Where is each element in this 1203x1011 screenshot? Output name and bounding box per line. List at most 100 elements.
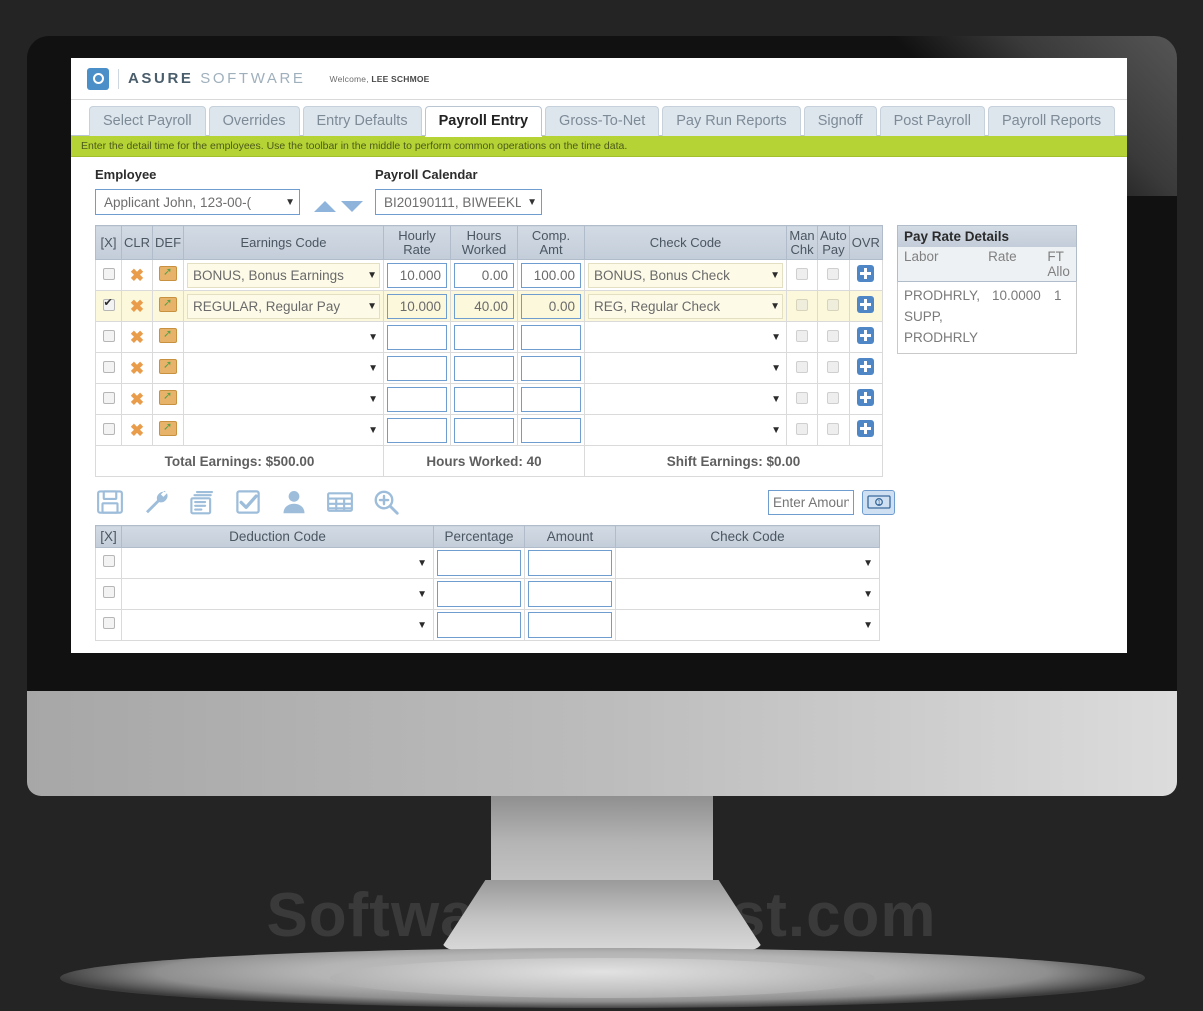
- deduction-check-code-cell[interactable]: ▼: [615, 609, 880, 642]
- earnings-code-select[interactable]: ▼: [187, 325, 380, 350]
- tab-overrides[interactable]: Overrides: [208, 106, 300, 136]
- row-select-cell[interactable]: [95, 290, 122, 323]
- clear-row-icon[interactable]: ✖: [130, 297, 144, 316]
- auto-pay-cell[interactable]: [817, 259, 850, 292]
- hourly-rate-cell[interactable]: [383, 290, 452, 323]
- check-code-select[interactable]: ▼: [588, 418, 783, 443]
- apply-default-icon[interactable]: [159, 265, 178, 282]
- row-default-cell[interactable]: [152, 352, 185, 385]
- hours-worked-input[interactable]: [454, 293, 515, 319]
- man-chk-cell[interactable]: [786, 383, 819, 416]
- ovr-cell[interactable]: [848, 321, 883, 354]
- row-checkbox[interactable]: [102, 296, 115, 311]
- hourly-rate-input[interactable]: [387, 262, 448, 288]
- comp-amt-cell[interactable]: [517, 383, 586, 416]
- man-chk-cell[interactable]: [786, 259, 819, 292]
- comp-amt-input[interactable]: [521, 386, 582, 412]
- hourly-rate-cell[interactable]: [383, 259, 452, 292]
- hours-worked-cell[interactable]: [450, 290, 519, 323]
- table-grid-icon[interactable]: [325, 487, 359, 517]
- hourly-rate-input[interactable]: [387, 386, 448, 412]
- percentage-cell[interactable]: [433, 609, 525, 642]
- earnings-code-cell[interactable]: ▼: [183, 414, 385, 447]
- employee-select[interactable]: Applicant John, 123-00-( ▼: [95, 189, 300, 215]
- person-icon[interactable]: [279, 487, 313, 517]
- auto-pay-cell[interactable]: [817, 383, 850, 416]
- deduction-amount-input[interactable]: [528, 612, 612, 639]
- man-chk-cell[interactable]: [786, 414, 819, 447]
- row-default-cell[interactable]: [152, 290, 185, 323]
- hours-worked-cell[interactable]: [450, 383, 519, 416]
- row-default-cell[interactable]: [152, 383, 185, 416]
- checkbox-icon[interactable]: [233, 487, 267, 517]
- man-chk-checkbox[interactable]: [796, 360, 809, 373]
- earnings-code-select[interactable]: BONUS, Bonus Earnings ▼: [187, 262, 381, 288]
- check-code-cell[interactable]: ▼: [584, 321, 788, 354]
- row-select-cell[interactable]: [95, 259, 122, 292]
- amount-input[interactable]: [768, 489, 854, 515]
- percentage-cell[interactable]: [433, 547, 525, 580]
- hourly-rate-cell[interactable]: [383, 321, 452, 354]
- hourly-rate-cell[interactable]: [383, 414, 452, 447]
- tab-gross-to-net[interactable]: Gross-To-Net: [545, 106, 660, 136]
- override-add-icon[interactable]: [857, 296, 875, 314]
- comp-amt-input[interactable]: [521, 293, 582, 319]
- deduction-amount-input[interactable]: [528, 550, 612, 577]
- deduction-check-code-cell[interactable]: ▼: [615, 578, 880, 611]
- check-code-select[interactable]: BONUS, Bonus Check ▼: [588, 262, 784, 288]
- row-checkbox[interactable]: [102, 267, 115, 280]
- magnify-plus-icon[interactable]: [371, 487, 405, 517]
- check-code-cell[interactable]: ▼: [584, 383, 788, 416]
- tab-pay-run-reports[interactable]: Pay Run Reports: [662, 106, 801, 136]
- earnings-code-cell[interactable]: ▼: [183, 383, 385, 416]
- row-checkbox[interactable]: [102, 422, 115, 435]
- clear-row-icon[interactable]: ✖: [130, 328, 144, 347]
- comp-amt-cell[interactable]: [517, 290, 586, 323]
- deduction-code-cell[interactable]: ▼: [121, 547, 434, 580]
- clear-row-icon[interactable]: ✖: [130, 266, 144, 285]
- amount-cell[interactable]: [524, 609, 616, 642]
- stack-list-icon[interactable]: [187, 487, 221, 517]
- tab-signoff[interactable]: Signoff: [803, 106, 877, 136]
- row-checkbox[interactable]: [102, 555, 115, 568]
- check-code-cell[interactable]: ▼: [584, 352, 788, 385]
- hourly-rate-input[interactable]: [387, 417, 448, 443]
- apply-default-icon[interactable]: [159, 420, 178, 437]
- amount-cell[interactable]: [524, 578, 616, 611]
- percentage-input[interactable]: [437, 612, 521, 639]
- row-select-cell[interactable]: [95, 352, 122, 385]
- earnings-code-cell[interactable]: BONUS, Bonus Earnings ▼: [183, 259, 385, 292]
- man-chk-checkbox[interactable]: [796, 267, 809, 280]
- hours-worked-cell[interactable]: [450, 321, 519, 354]
- deduction-code-select[interactable]: ▼: [125, 551, 430, 576]
- row-default-cell[interactable]: [152, 321, 185, 354]
- deduction-check-code-select[interactable]: ▼: [619, 613, 876, 638]
- man-chk-cell[interactable]: [786, 352, 819, 385]
- check-code-select[interactable]: ▼: [588, 325, 783, 350]
- check-code-cell[interactable]: BONUS, Bonus Check ▼: [584, 259, 788, 292]
- tab-post-payroll[interactable]: Post Payroll: [879, 106, 985, 136]
- row-select-cell[interactable]: [95, 321, 122, 354]
- ovr-cell[interactable]: [848, 259, 883, 292]
- auto-pay-cell[interactable]: [817, 352, 850, 385]
- ovr-cell[interactable]: [848, 290, 883, 323]
- deduction-code-cell[interactable]: ▼: [121, 609, 434, 642]
- tab-entry-defaults[interactable]: Entry Defaults: [302, 106, 422, 136]
- earnings-code-cell[interactable]: REGULAR, Regular Pay ▼: [183, 290, 385, 323]
- auto-pay-cell[interactable]: [817, 290, 850, 323]
- row-clear-cell[interactable]: ✖: [120, 352, 154, 385]
- auto-pay-checkbox[interactable]: [827, 422, 840, 435]
- header-select-all[interactable]: [X]: [95, 224, 122, 261]
- override-add-icon[interactable]: [857, 389, 875, 407]
- deduction-check-code-select[interactable]: ▼: [619, 582, 876, 607]
- wrench-icon[interactable]: [141, 487, 175, 517]
- row-checkbox[interactable]: [102, 360, 115, 373]
- override-add-icon[interactable]: [857, 327, 875, 345]
- check-code-select[interactable]: REG, Regular Check ▼: [588, 293, 784, 319]
- hours-worked-cell[interactable]: [450, 259, 519, 292]
- override-add-icon[interactable]: [857, 265, 875, 283]
- hours-worked-cell[interactable]: [450, 414, 519, 447]
- row-clear-cell[interactable]: ✖: [120, 290, 154, 323]
- comp-amt-cell[interactable]: [517, 414, 586, 447]
- comp-amt-cell[interactable]: [517, 321, 586, 354]
